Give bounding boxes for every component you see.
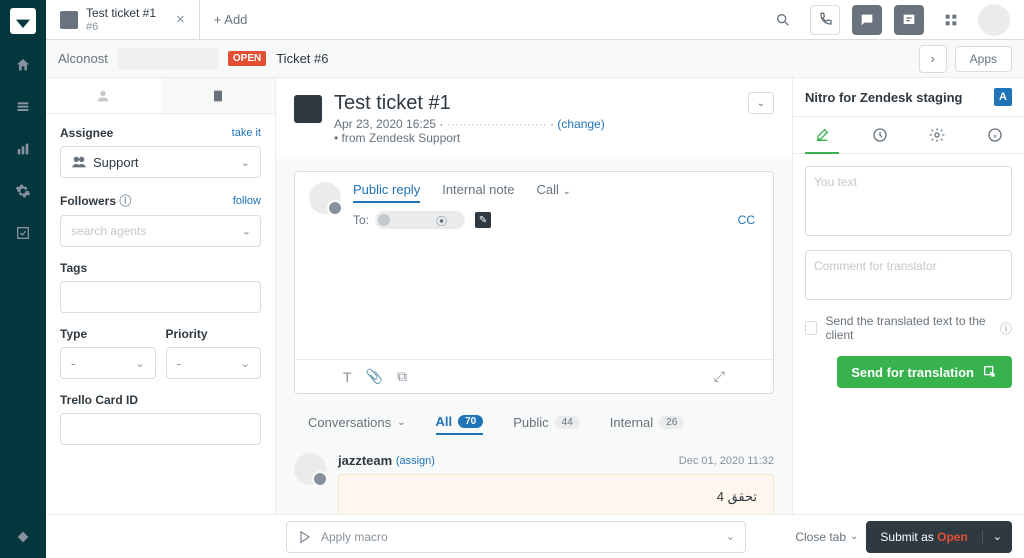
chevron-down-icon: ⌄	[241, 156, 250, 169]
chat-icon[interactable]	[852, 5, 882, 35]
tab-call[interactable]: Call ⌄	[536, 182, 570, 203]
author-avatar	[294, 453, 326, 485]
assign-link[interactable]: (assign)	[396, 455, 435, 467]
tab-internal-note[interactable]: Internal note	[442, 182, 514, 203]
text-format-icon[interactable]: T	[343, 369, 352, 385]
ticket-channel-icon	[294, 95, 322, 123]
compose-editor[interactable]	[353, 229, 759, 349]
source-text-input[interactable]	[805, 166, 1012, 236]
crumb-org[interactable]: Alconost	[58, 51, 108, 66]
talk-icon[interactable]	[810, 5, 840, 35]
change-link[interactable]: (change)	[557, 117, 604, 131]
reports-icon[interactable]	[12, 138, 34, 160]
footer-bar: Apply macro ⌄ Close tab ⌄ Submit as Open…	[46, 514, 1024, 558]
conversations-dropdown[interactable]: Conversations ⌄	[308, 415, 406, 434]
agent-avatar	[309, 182, 341, 214]
compose-box: Public reply Internal note Call ⌄ To: ⦿ …	[294, 171, 774, 394]
ticket-tab[interactable]: Test ticket #1 #6 ×	[46, 0, 200, 39]
sidebar-tab-ticket[interactable]	[161, 78, 276, 113]
send-translation-button[interactable]: Send for translation	[837, 356, 1012, 388]
ticket-sidebar: Assignee take it Support ⌄ Followers ⓘ f…	[46, 78, 276, 558]
translator-comment-input[interactable]	[805, 250, 1012, 300]
ticket-title: Test ticket #1	[334, 92, 605, 115]
apps-grid-icon[interactable]	[936, 5, 966, 35]
app-tab-info[interactable]	[966, 117, 1024, 153]
followers-label: Followers ⓘ	[60, 192, 131, 209]
ticket-date: Apr 23, 2020 16:25	[334, 117, 436, 131]
info-icon[interactable]: ⓘ	[1000, 320, 1012, 337]
edit-recipient-button[interactable]: ✎	[475, 212, 491, 228]
crumb-requester[interactable]	[118, 48, 218, 70]
attach-icon[interactable]: 📎	[366, 368, 383, 385]
sidebar-tab-user[interactable]	[46, 78, 161, 113]
status-badge: OPEN	[228, 51, 266, 66]
priority-select[interactable]: -⌄	[166, 347, 262, 379]
ticket-number: Ticket #6	[276, 51, 328, 66]
submit-button[interactable]: Submit as Open ⌄	[866, 521, 1012, 553]
ticket-icon	[60, 11, 78, 29]
zendesk-logo[interactable]	[10, 8, 36, 34]
assignee-label: Assignee	[60, 126, 113, 140]
tab-title: Test ticket #1	[86, 6, 156, 20]
cc-button[interactable]: CC	[738, 213, 759, 227]
views-icon[interactable]	[12, 96, 34, 118]
app-sidebar: Nitro for Zendesk staging A Send the tra…	[792, 78, 1024, 558]
send-to-client-label: Send the translated text to the client	[825, 314, 992, 342]
widget-icon[interactable]	[12, 222, 34, 244]
emoji-icon[interactable]: ⧉	[397, 368, 407, 385]
assignee-value: Support	[93, 155, 139, 170]
app-badge: A	[994, 88, 1012, 106]
followers-input[interactable]	[60, 215, 261, 247]
trello-label: Trello Card ID	[60, 393, 261, 407]
topbar: Test ticket #1 #6 × + Add	[46, 0, 1024, 40]
ticket-via: • from Zendesk Support	[334, 131, 460, 145]
home-icon[interactable]	[12, 54, 34, 76]
type-select[interactable]: -⌄	[60, 347, 156, 379]
ticket-menu-button[interactable]: ⌄	[748, 92, 774, 114]
breadcrumb: Alconost OPEN Ticket #6 › Apps	[46, 40, 1024, 78]
ticket-header: Test ticket #1 Apr 23, 2020 16:25 · ····…	[276, 78, 792, 159]
tab-subtitle: #6	[86, 21, 156, 33]
add-tab-button[interactable]: + Add	[200, 12, 262, 27]
user-avatar[interactable]	[978, 4, 1010, 36]
assignee-select[interactable]: Support ⌄	[60, 146, 261, 178]
user-icon: ⦿	[436, 213, 447, 229]
priority-label: Priority	[166, 327, 262, 341]
message-time: Dec 01, 2020 11:32	[679, 455, 774, 467]
recipient-chip[interactable]: ⦿	[375, 211, 465, 229]
to-label: To:	[353, 213, 369, 227]
search-icon[interactable]	[768, 5, 798, 35]
zendesk-products-icon[interactable]	[12, 526, 34, 548]
apps-button[interactable]: Apps	[955, 46, 1012, 72]
app-tab-settings[interactable]	[909, 117, 967, 153]
app-tab-history[interactable]	[851, 117, 909, 153]
author-name: jazzteam	[338, 453, 392, 468]
chevron-down-icon: ⌄	[242, 225, 251, 238]
expand-editor-icon[interactable]: ⤢	[714, 368, 725, 385]
filter-public[interactable]: Public44	[513, 415, 580, 434]
submit-dropdown[interactable]: ⌄	[982, 530, 1012, 543]
tags-label: Tags	[60, 261, 261, 275]
left-rail	[0, 0, 46, 558]
filter-internal[interactable]: Internal26	[610, 415, 685, 434]
tags-input[interactable]	[60, 281, 261, 313]
comment-icon[interactable]	[894, 5, 924, 35]
follow-link[interactable]: follow	[233, 195, 261, 207]
settings-icon[interactable]	[12, 180, 34, 202]
close-tab-button[interactable]: Close tab ⌄	[795, 530, 858, 544]
tab-public-reply[interactable]: Public reply	[353, 182, 420, 203]
apply-macro-button[interactable]: Apply macro ⌄	[286, 521, 746, 553]
type-label: Type	[60, 327, 156, 341]
app-tab-compose[interactable]	[793, 117, 851, 153]
close-tab-icon[interactable]: ×	[176, 11, 185, 28]
trello-input[interactable]	[60, 413, 261, 445]
take-it-link[interactable]: take it	[232, 127, 261, 139]
app-title: Nitro for Zendesk staging	[805, 90, 962, 105]
conversation-area: Test ticket #1 Apr 23, 2020 16:25 · ····…	[276, 78, 792, 558]
send-to-client-checkbox[interactable]	[805, 321, 817, 335]
next-ticket-button[interactable]: ›	[919, 45, 947, 73]
filter-all[interactable]: All70	[436, 414, 484, 435]
